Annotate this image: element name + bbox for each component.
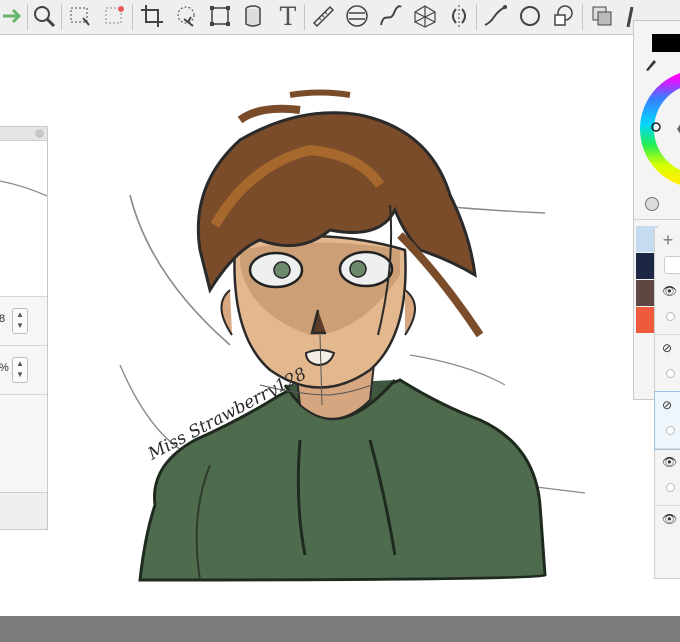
layer-options-button[interactable] [664, 256, 680, 274]
cylinder-icon[interactable] [240, 3, 266, 29]
ellipse-guide-icon[interactable] [344, 3, 370, 29]
ruler-icon[interactable] [310, 3, 336, 29]
eye-icon[interactable]: 👁 [662, 455, 677, 469]
layer-item-selected[interactable]: ⊘ [654, 391, 680, 450]
layer-copy-icon[interactable] [589, 3, 615, 29]
magic-select-icon[interactable] [101, 3, 127, 29]
brush-properties-panel: 8 ▲▼ % ▲▼ [0, 126, 48, 530]
arrow-right-icon[interactable] [0, 3, 26, 29]
eye-icon[interactable]: 👁 [662, 512, 677, 526]
opacity-stepper[interactable]: ▲ ▼ [12, 357, 28, 383]
drawing-canvas[interactable]: Miss Strawberry128 [0, 35, 680, 615]
opacity-value[interactable]: % [0, 362, 9, 374]
layer-item[interactable]: 👁 [655, 278, 680, 335]
crop-icon[interactable] [139, 3, 165, 29]
zoom-icon[interactable] [31, 3, 57, 29]
size-value[interactable]: 8 [0, 313, 5, 325]
symmetry-icon[interactable] [446, 3, 472, 29]
transform-icon[interactable] [207, 3, 233, 29]
circle-icon[interactable] [517, 3, 543, 29]
panel-titlebar[interactable] [0, 127, 47, 141]
text-tool-icon[interactable]: T [275, 3, 301, 31]
size-stepper[interactable]: ▲ ▼ [12, 308, 28, 334]
layer-item[interactable]: 👁 [655, 449, 680, 506]
eye-icon[interactable]: 👁 [662, 284, 677, 298]
layers-panel: + 👁 ⊘ ⊘ 👁 👁 [654, 228, 680, 579]
layer-item[interactable]: ⊘ [655, 335, 680, 392]
lasso-select-icon[interactable] [173, 3, 199, 29]
artwork-illustration: Miss Strawberry128 [0, 89, 586, 582]
color-mode-icon[interactable] [645, 197, 659, 211]
pressure-curve-graph[interactable] [0, 141, 48, 297]
eye-slash-icon[interactable]: ⊘ [662, 341, 672, 355]
size-setting-row: 8 ▲ ▼ [0, 297, 47, 346]
panel-footer [0, 492, 47, 529]
shapes-icon[interactable] [551, 3, 577, 29]
french-curve-icon[interactable] [482, 3, 508, 29]
curve-icon[interactable] [378, 3, 404, 29]
perspective-grid-icon[interactable] [412, 3, 438, 29]
rect-select-icon[interactable] [67, 3, 93, 29]
main-toolbar: T [0, 0, 680, 35]
color-wheel[interactable] [639, 61, 680, 201]
close-icon[interactable] [35, 129, 44, 138]
add-layer-button[interactable]: + [655, 228, 680, 252]
current-color-swatch[interactable] [652, 34, 680, 52]
status-bar [0, 616, 680, 642]
eye-slash-icon[interactable]: ⊘ [662, 398, 672, 412]
opacity-setting-row: % ▲▼ [0, 346, 47, 395]
layer-item[interactable]: 👁 [655, 506, 680, 576]
